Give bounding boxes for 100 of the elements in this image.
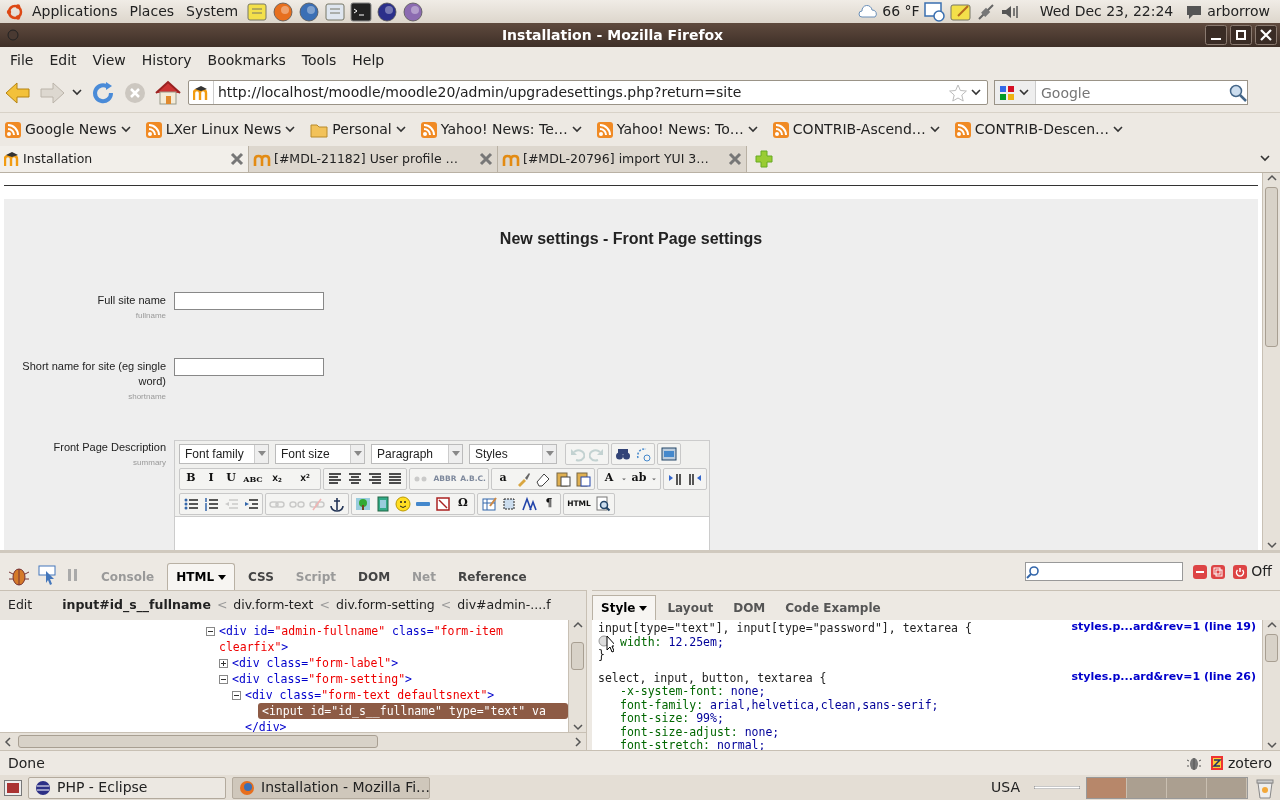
notepad-icon[interactable] — [246, 0, 269, 23]
align-left-icon[interactable] — [327, 470, 343, 487]
toolbar-button[interactable]: ABC — [243, 468, 263, 489]
bookmark[interactable]: CONTRIB-Descen… — [954, 119, 1125, 140]
close-icon[interactable] — [1255, 25, 1277, 45]
panel-tab[interactable]: Style — [592, 595, 657, 620]
bookmark[interactable]: Personal — [310, 119, 408, 140]
dashed-box-icon[interactable] — [501, 495, 517, 512]
align-justify-icon[interactable] — [387, 470, 403, 487]
scrollbar-thumb[interactable] — [1265, 634, 1278, 662]
bookmark[interactable]: Yahoo! News: Te… — [420, 119, 584, 140]
toolbar-button[interactable]: U — [221, 468, 241, 489]
scroll-down-icon[interactable] — [571, 722, 584, 732]
volume-slider-icon[interactable] — [1034, 786, 1080, 789]
scrollbar-thumb[interactable] — [1265, 187, 1278, 347]
scrollbar-thumb[interactable] — [571, 642, 584, 670]
caret-icon[interactable] — [1019, 88, 1031, 97]
circle-of-friends-icon[interactable] — [6, 2, 24, 21]
toolbar-button[interactable]: ab — [629, 468, 649, 489]
weather-temperature[interactable]: 66 °F — [882, 1, 920, 22]
browser-tab[interactable]: Installation — [0, 146, 249, 172]
text-input[interactable] — [174, 358, 324, 376]
toolbar-button[interactable]: B — [181, 468, 201, 489]
tree-picture-icon[interactable] — [355, 495, 371, 512]
breadcrumb-item[interactable]: div.form-setting — [336, 596, 435, 615]
numbered-list-icon[interactable] — [203, 495, 219, 512]
keyboard-layout[interactable]: USA — [991, 777, 1020, 798]
panel-tab[interactable]: DOM — [724, 595, 775, 620]
html-node[interactable]: <div class="form-setting"> — [232, 671, 413, 687]
speech-bubble-icon[interactable] — [1185, 3, 1204, 20]
notepad-icon[interactable] — [949, 1, 972, 22]
panel-menu[interactable]: Applications — [28, 1, 122, 22]
scroll-left-icon[interactable] — [4, 735, 12, 748]
reload-icon[interactable] — [90, 79, 116, 106]
expand-toggle-icon[interactable] — [219, 659, 228, 668]
bookmark[interactable]: LXer Linux News — [145, 119, 298, 140]
table-icon[interactable] — [481, 495, 497, 512]
menu-item[interactable]: Tools — [293, 47, 345, 73]
scroll-down-icon[interactable] — [1265, 540, 1278, 550]
collapse-toggle-icon[interactable] — [232, 691, 241, 700]
dotted-arc-icon[interactable] — [635, 445, 651, 462]
taskbar-button[interactable]: PHP - Eclipse — [28, 776, 226, 799]
window-icon[interactable] — [661, 445, 677, 462]
html-node[interactable]: <div class="form-label"> — [232, 655, 399, 671]
format-dropdown[interactable]: Font family — [179, 443, 269, 464]
panel-tab[interactable]: CSS — [239, 563, 283, 590]
crossed-box-icon[interactable] — [435, 495, 451, 512]
sphere-icon[interactable] — [376, 0, 399, 23]
menu-item[interactable]: View — [84, 47, 134, 73]
scrollbar-thumb[interactable] — [18, 735, 378, 748]
magnifier-page-icon[interactable] — [595, 495, 611, 512]
html-node[interactable]: <div class="form-text defaultsnext"> — [245, 687, 495, 703]
caret-icon[interactable] — [971, 88, 983, 97]
format-dropdown[interactable]: Paragraph — [371, 443, 463, 464]
html-node[interactable]: <input id="id_s__fullname" type="text" va — [258, 703, 568, 719]
stylesheet-link[interactable]: styles.p...ard&rev=1 (line 26) — [1071, 669, 1256, 683]
clipboard-icon[interactable] — [555, 470, 571, 487]
menu-item[interactable]: Help — [344, 47, 393, 73]
firebug-search-field[interactable] — [1025, 562, 1184, 581]
search-icon[interactable] — [1229, 83, 1247, 102]
menu-item[interactable]: Bookmarks — [199, 47, 294, 73]
html-node[interactable]: <div id="admin-fullname" class="form-item clearfix"> — [219, 623, 568, 655]
panel-tab[interactable]: DOM — [348, 563, 400, 590]
clipboard-icon[interactable] — [575, 470, 591, 487]
taskbar-button[interactable]: Installation - Mozilla Fi… — [232, 776, 430, 799]
breadcrumb-item[interactable]: div.form-text — [233, 596, 314, 615]
scroll-down-icon[interactable] — [1265, 740, 1278, 750]
scroll-up-icon[interactable] — [571, 620, 584, 630]
letters-icon[interactable] — [521, 495, 537, 512]
panel-tab[interactable]: Reference — [449, 563, 536, 590]
panel-menu[interactable]: Places — [125, 1, 179, 22]
document-z-icon[interactable] — [1209, 755, 1224, 771]
bug-icon[interactable] — [1185, 755, 1202, 771]
breadcrumb-item[interactable]: div#admin-....f — [457, 596, 551, 615]
align-center-icon[interactable] — [347, 470, 363, 487]
caret-icon[interactable] — [1260, 155, 1272, 163]
user-name[interactable]: arborrow — [1207, 1, 1270, 22]
format-dropdown[interactable]: Styles — [469, 443, 557, 464]
search-bar[interactable]: Google — [994, 80, 1248, 105]
panel-tab[interactable]: Code Example — [776, 595, 890, 620]
minimize-icon[interactable] — [1205, 25, 1227, 45]
bookmark[interactable]: Google News — [5, 119, 133, 140]
stylesheet-link[interactable]: styles.p...ard&rev=1 (line 19) — [1071, 620, 1256, 634]
home-icon[interactable] — [154, 79, 182, 106]
addon-label[interactable]: zotero — [1227, 752, 1272, 774]
cloud-icon[interactable] — [858, 4, 879, 19]
clock[interactable]: Wed Dec 23, 22:24 — [1039, 1, 1174, 22]
scroll-up-icon[interactable] — [1265, 173, 1278, 183]
toolbar-button[interactable]: I — [201, 468, 221, 489]
panel-menu[interactable]: System — [182, 1, 243, 22]
html-closing-tag[interactable]: </div> — [245, 719, 287, 732]
toolbar-button[interactable]: Ω — [453, 493, 473, 514]
format-dropdown[interactable]: Font size — [275, 443, 365, 464]
scroll-up-icon[interactable] — [1265, 620, 1278, 630]
menu-item[interactable]: Edit — [41, 47, 85, 73]
text-input[interactable] — [174, 292, 324, 310]
address-field[interactable]: http://localhost/moodle/moodle20/admin/upgradesettings.php?return=site — [188, 80, 988, 105]
show-desktop-icon[interactable] — [4, 779, 22, 796]
power-state[interactable]: Off — [1251, 561, 1272, 582]
inspect-pointer-icon[interactable] — [38, 565, 58, 585]
